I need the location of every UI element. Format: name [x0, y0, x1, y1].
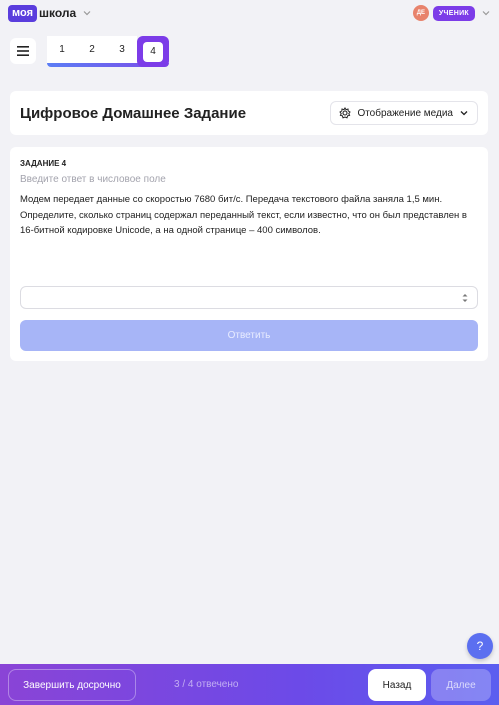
- gear-icon: [339, 107, 352, 119]
- task-label: ЗАДАНИЕ 4: [20, 159, 67, 168]
- tab-task-1[interactable]: 1: [47, 36, 77, 63]
- top-bar: моя школа ДЕ УЧЕНИК: [0, 0, 499, 26]
- role-badge: УЧЕНИК: [432, 5, 475, 21]
- page-title: Цифровое Домашнее Задание: [20, 104, 247, 122]
- brand-text: школа: [39, 6, 77, 20]
- hamburger-icon: [17, 46, 29, 56]
- title-card: Цифровое Домашнее Задание Отображение ме…: [10, 91, 488, 135]
- answered-progress: 3 / 4 отвечено: [174, 679, 239, 690]
- task-tabs: 1 2 3 4: [47, 36, 169, 67]
- brand-logo[interactable]: моя школа: [8, 4, 92, 22]
- chevron-down-icon[interactable]: [481, 8, 491, 18]
- tab-task-2[interactable]: 2: [77, 36, 107, 63]
- number-stepper-icon[interactable]: [461, 292, 469, 304]
- help-button[interactable]: ?: [467, 633, 493, 659]
- task-hint: Введите ответ в числовое поле: [20, 174, 166, 185]
- tab-task-4[interactable]: 4: [137, 36, 169, 67]
- next-button[interactable]: Далее: [431, 669, 491, 701]
- task-text: Модем передает данные со скоростью 7680 …: [20, 194, 467, 236]
- bottom-bar: Завершить досрочно 3 / 4 отвечено Назад …: [0, 664, 499, 705]
- media-display-dropdown[interactable]: Отображение медиа: [330, 101, 478, 125]
- tab-task-4-label: 4: [143, 41, 163, 62]
- menu-button[interactable]: [10, 38, 36, 64]
- user-menu[interactable]: ДЕ УЧЕНИК: [412, 5, 491, 21]
- back-button[interactable]: Назад: [368, 669, 426, 701]
- finish-early-button[interactable]: Завершить досрочно: [8, 669, 136, 701]
- submit-answer-button[interactable]: Ответить: [20, 320, 478, 351]
- tab-task-3[interactable]: 3: [107, 36, 137, 63]
- task-card: ЗАДАНИЕ 4 Введите ответ в числовое поле …: [10, 147, 488, 361]
- chevron-down-icon: [460, 111, 468, 116]
- answer-number-input[interactable]: [20, 286, 478, 309]
- brand-badge: моя: [8, 4, 37, 22]
- media-display-label: Отображение медиа: [357, 107, 453, 119]
- chevron-down-icon[interactable]: [82, 8, 92, 18]
- avatar[interactable]: ДЕ: [412, 5, 429, 21]
